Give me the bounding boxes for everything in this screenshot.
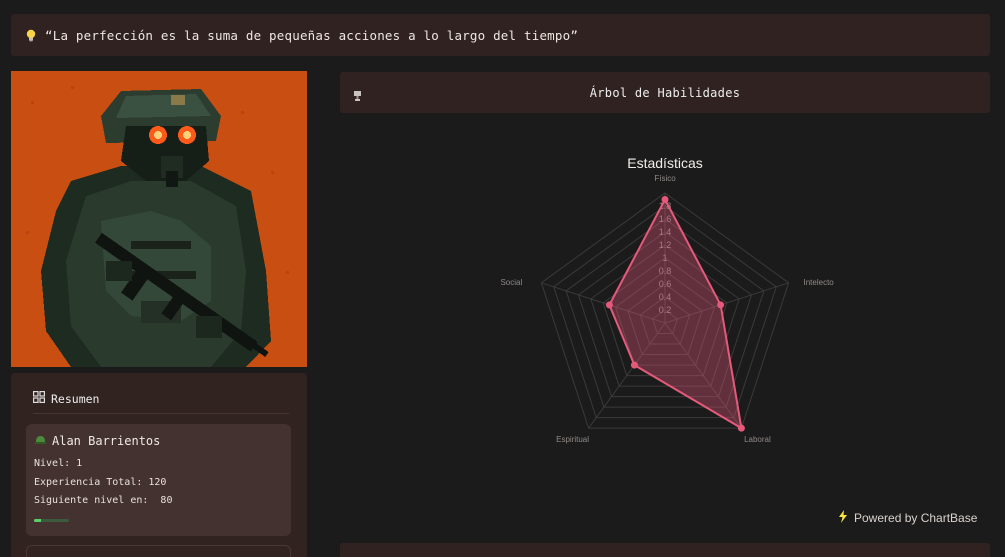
grid-icon — [33, 391, 46, 406]
player-card: Alan Barrientos Nivel: 1 Experiencia Tot… — [26, 424, 291, 536]
avatar-image — [11, 71, 307, 367]
player-next-level: Siguiente nivel en: 80 — [34, 495, 173, 506]
player-level: Nivel: 1 — [34, 458, 83, 469]
radar-point — [605, 301, 613, 309]
powered-by[interactable]: Powered by ChartBase — [838, 510, 977, 526]
radar-chart: Estadísticas 0.20.40.60.811.21.41.61.8Fí… — [340, 113, 990, 543]
radar-point — [717, 301, 725, 309]
player-total-xp: Experiencia Total: 120 — [34, 477, 167, 488]
divider — [33, 413, 289, 414]
player-name: Alan Barrientos — [52, 434, 161, 448]
lightbulb-icon — [25, 29, 37, 42]
secondary-card — [26, 545, 291, 557]
summary-title: Resumen — [51, 391, 100, 406]
skills-title: Árbol de Habilidades — [589, 86, 741, 100]
radar-category-label: Físico — [654, 174, 676, 183]
summary-header: Resumen — [33, 391, 99, 406]
radar-category-label: Espiritual — [556, 435, 589, 444]
quote-text: “La perfección es la suma de pequeñas ac… — [45, 27, 579, 43]
skills-header: Árbol de Habilidades — [340, 72, 990, 113]
radar-category-label: Social — [500, 278, 522, 287]
radar-point — [661, 196, 669, 203]
xp-progress-fill — [34, 519, 41, 522]
helmet-icon — [35, 434, 46, 448]
powered-by-text: Powered by ChartBase — [854, 511, 978, 525]
radar-category-label: Laboral — [744, 435, 771, 444]
quote-banner: “La perfección es la suma de pequeñas ac… — [11, 14, 990, 56]
player-name-row: Alan Barrientos — [35, 434, 160, 448]
radar-category-label: Intelecto — [804, 278, 835, 287]
xp-progress-bar — [34, 519, 69, 522]
radar-chart-svg: Estadísticas 0.20.40.60.811.21.41.61.8Fí… — [500, 155, 835, 444]
radar-point — [630, 361, 638, 369]
lightning-icon — [838, 510, 848, 526]
chart-title: Estadísticas — [627, 155, 702, 171]
summary-panel: Resumen Alan Barrientos Nivel: 1 Experie… — [11, 373, 307, 557]
next-section-header — [340, 543, 990, 557]
radar-point — [737, 424, 745, 432]
